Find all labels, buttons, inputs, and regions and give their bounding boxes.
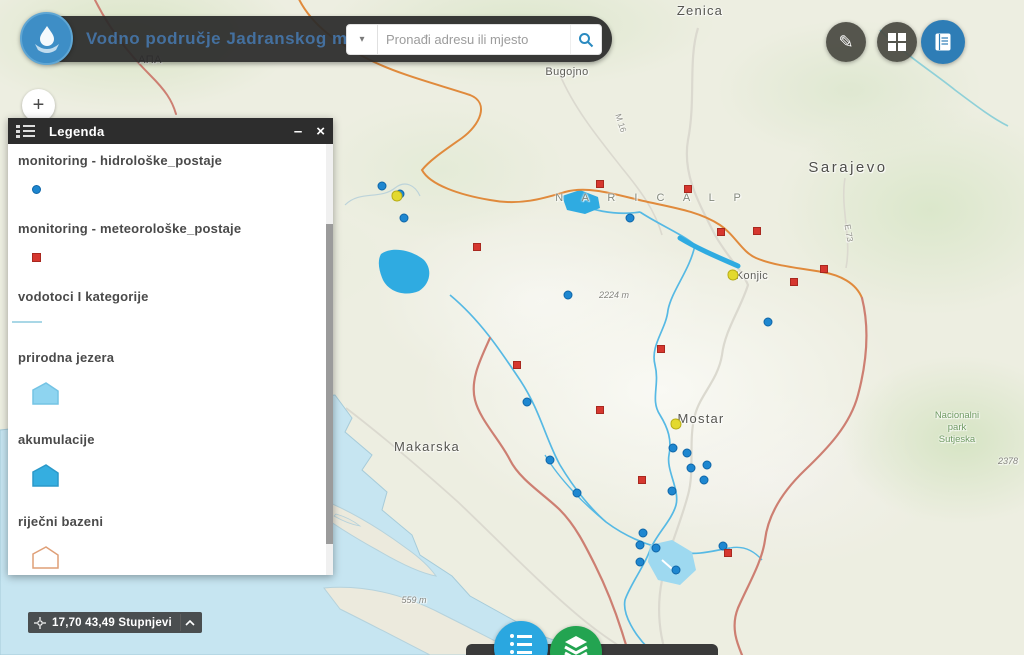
hydro-station-marker[interactable]: [652, 544, 661, 553]
legend-item-label: vodotoci I kategorije: [18, 289, 319, 304]
meteo-station-marker[interactable]: [638, 476, 646, 484]
coordinate-expand-button[interactable]: [180, 614, 200, 631]
hydro-station-marker[interactable]: [523, 398, 532, 407]
meteo-station-marker[interactable]: [717, 228, 725, 236]
legend-symbol-square: [32, 253, 41, 262]
water-drop-icon: [30, 22, 64, 56]
hydro-station-marker[interactable]: [683, 449, 692, 458]
hydro-station-marker[interactable]: [573, 489, 582, 498]
legend-scrollbar-thumb[interactable]: [326, 224, 333, 544]
legend-body: monitoring - hidrološke_postaje monitorin…: [8, 144, 333, 575]
legend-close-button[interactable]: ×: [316, 124, 325, 139]
hydro-station-marker[interactable]: [668, 487, 677, 496]
legend-item-label: riječni bazeni: [18, 514, 319, 529]
hydro-station-marker[interactable]: [626, 214, 635, 223]
meteo-station-marker[interactable]: [596, 406, 604, 414]
legend-minimize-button[interactable]: –: [294, 124, 302, 139]
legend-symbol-dot: [32, 185, 41, 194]
pencil-icon: ✎: [838, 32, 853, 53]
hydro-station-marker[interactable]: [669, 444, 678, 453]
boundary-red-east: [735, 298, 867, 655]
app-title: Vodno područje Jadranskog mora: [86, 29, 376, 49]
meteo-station-marker[interactable]: [513, 361, 521, 369]
legend-item-label: monitoring - meteorološke_postaje: [18, 221, 319, 236]
legend-item: vodotoci I kategorije: [18, 289, 319, 323]
hydro-station-marker[interactable]: [639, 529, 648, 538]
crosshair-icon[interactable]: [34, 617, 46, 629]
legend-panel: Legenda – × monitoring - hidrološke_post…: [8, 118, 333, 575]
search-box: ▾: [346, 24, 602, 55]
search-button[interactable]: [570, 25, 601, 54]
boundary-red-west: [474, 338, 630, 655]
lake-rama: [562, 190, 600, 214]
coordinate-readout: 17,70 43,49 Stupnjevi: [46, 617, 180, 629]
search-input[interactable]: [378, 25, 570, 54]
legend-symbol-line: [12, 321, 42, 323]
selected-station-marker[interactable]: [392, 191, 403, 202]
coordinate-bar: 17,70 43,49 Stupnjevi: [28, 612, 202, 633]
hydro-station-marker[interactable]: [400, 214, 409, 223]
legend-symbol-poly: [32, 382, 59, 405]
chevron-up-icon: [185, 620, 195, 626]
lake-busko: [379, 250, 429, 294]
legend-scrollbar-track[interactable]: [326, 144, 333, 575]
hydro-station-marker[interactable]: [636, 558, 645, 567]
meteo-station-marker[interactable]: [724, 549, 732, 557]
meteo-station-marker[interactable]: [753, 227, 761, 235]
legend-item: riječni bazeni: [18, 514, 319, 569]
hydro-station-marker[interactable]: [546, 456, 555, 465]
meteo-station-marker[interactable]: [684, 185, 692, 193]
hydro-station-marker[interactable]: [636, 541, 645, 550]
meteo-station-marker[interactable]: [820, 265, 828, 273]
lakes: [379, 190, 738, 585]
draw-tool-button[interactable]: ✎: [826, 22, 866, 62]
hydro-station-marker[interactable]: [700, 476, 709, 485]
app-logo: [20, 12, 73, 65]
selected-station-marker[interactable]: [671, 419, 682, 430]
hydro-station-marker[interactable]: [378, 182, 387, 191]
legend-symbol-poly: [32, 464, 59, 487]
meteo-station-marker[interactable]: [473, 243, 481, 251]
legend-item-label: prirodna jezera: [18, 350, 319, 365]
basemap-gallery-button[interactable]: [877, 22, 917, 62]
selected-station-marker[interactable]: [728, 270, 739, 281]
search-icon: [578, 32, 594, 48]
legend-item: akumulacije: [18, 432, 319, 487]
legend-item: monitoring - meteorološke_postaje: [18, 221, 319, 262]
meteo-station-marker[interactable]: [596, 180, 604, 188]
meteo-station-marker[interactable]: [790, 278, 798, 286]
legend-title: Legenda: [49, 124, 105, 139]
legend-item-label: akumulacije: [18, 432, 319, 447]
hydro-station-marker[interactable]: [564, 291, 573, 300]
legend-item: monitoring - hidrološke_postaje: [18, 153, 319, 194]
legend-list-icon: [16, 125, 35, 138]
hydro-station-marker[interactable]: [672, 566, 681, 575]
app-window: ZenicaАПАBugojnoSarajevoN A R I C A L PK…: [0, 0, 1024, 655]
layers-icon: [563, 634, 589, 655]
legend-item-label: monitoring - hidrološke_postaje: [18, 153, 319, 168]
grid-icon: [888, 33, 906, 51]
legend-panel-header[interactable]: Legenda – ×: [8, 118, 333, 144]
bulleted-list-icon: [510, 634, 532, 654]
meteo-station-marker[interactable]: [657, 345, 665, 353]
legend-symbol-poly-outline: [32, 546, 59, 569]
legend-book-icon: [933, 32, 953, 52]
hydro-station-marker[interactable]: [687, 464, 696, 473]
hydro-station-marker[interactable]: [703, 461, 712, 470]
search-source-dropdown[interactable]: ▾: [347, 25, 378, 54]
hydro-station-marker[interactable]: [764, 318, 773, 327]
legend-item: prirodna jezera: [18, 350, 319, 405]
legend-toggle-button[interactable]: [921, 20, 965, 64]
